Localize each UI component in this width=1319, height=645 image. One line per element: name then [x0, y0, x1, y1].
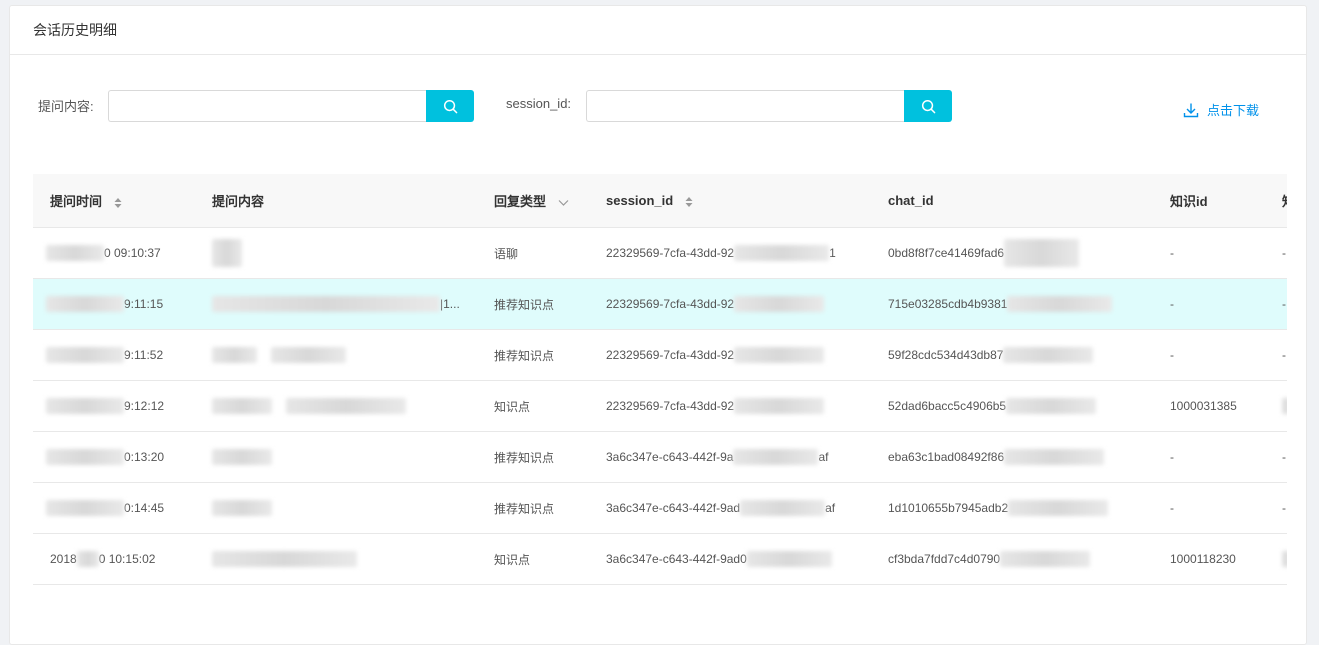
cell-question	[195, 227, 477, 279]
cell-knowledge-id: -	[1153, 278, 1265, 330]
cell-session: 3a6c347e-c643-442f-9ad0	[589, 533, 871, 585]
question-filter-label: 提问内容:	[38, 99, 94, 114]
col-header-reply-type[interactable]: 回复类型	[477, 174, 589, 228]
page-title: 会话历史明细	[10, 6, 1306, 55]
cell-type: 推荐知识点	[477, 482, 589, 534]
cell-question	[195, 482, 477, 534]
cell-knowledge-id: -	[1153, 329, 1265, 381]
cell-session: 22329569-7cfa-43dd-92	[589, 329, 871, 381]
cell-extra	[1265, 380, 1287, 432]
cell-chat: 715e03285cdb4b9381	[871, 278, 1153, 330]
cell-time: 9:11:15	[33, 278, 195, 330]
conversation-history-card: 会话历史明细 提问内容: session_id: 点击下载 提问时间 提问内容 …	[9, 5, 1307, 645]
cell-question	[195, 431, 477, 483]
session-search-button[interactable]	[904, 90, 952, 122]
question-search-group	[108, 90, 474, 122]
session-search-group	[586, 90, 952, 122]
download-icon	[1183, 103, 1199, 117]
sort-icon[interactable]	[114, 197, 122, 209]
cell-chat: eba63c1bad08492f86	[871, 431, 1153, 483]
question-search-button[interactable]	[426, 90, 474, 122]
cell-extra: -	[1265, 278, 1287, 330]
cell-knowledge-id: 1000031385	[1153, 380, 1265, 432]
cell-type: 推荐知识点	[477, 431, 589, 483]
cell-time: 2018 0 10:15:02	[33, 533, 195, 585]
cell-question	[195, 329, 477, 381]
cell-extra: -	[1265, 329, 1287, 381]
cell-type: 知识点	[477, 380, 589, 432]
sort-icon[interactable]	[685, 196, 693, 208]
cell-session: 22329569-7cfa-43dd-92	[589, 380, 871, 432]
col-header-chat-id: chat_id	[871, 174, 1153, 228]
table-row[interactable]: 2018 0 10:15:02 知识点 3a6c347e-c643-442f-9a…	[33, 533, 1287, 585]
cell-knowledge-id: -	[1153, 482, 1265, 534]
cell-chat: 1d1010655b7945adb2	[871, 482, 1153, 534]
cell-time: 0:13:20	[33, 431, 195, 483]
cell-time: 0:14:45	[33, 482, 195, 534]
cell-time: 9:12:12	[33, 380, 195, 432]
table-row[interactable]: 0:13:20 推荐知识点 3a6c347e-c643-442f-9a af eb…	[33, 431, 1287, 483]
download-label: 点击下载	[1207, 103, 1260, 118]
cell-session: 3a6c347e-c643-442f-9ad af	[589, 482, 871, 534]
cell-type: 推荐知识点	[477, 278, 589, 330]
cell-knowledge-id: -	[1153, 227, 1265, 279]
cell-extra	[1265, 533, 1287, 585]
col-header-session-id[interactable]: session_id	[589, 174, 871, 228]
col-header-question-content: 提问内容	[195, 174, 477, 228]
cell-extra: -	[1265, 431, 1287, 483]
cell-extra: -	[1265, 227, 1287, 279]
table-row[interactable]: 9:11:52 推荐知识点 22329569-7cfa-43dd-92 59f2…	[33, 329, 1287, 381]
history-table-wrapper: 提问时间 提问内容 回复类型 session_id chat_id 知识id 0…	[33, 174, 1287, 585]
cell-chat: cf3bda7fdd7c4d0790	[871, 533, 1153, 585]
table-row[interactable]: 9:11:15 |1... 推荐知识点 22329569-7cfa-43dd-9…	[33, 278, 1287, 330]
cell-question	[195, 533, 477, 585]
download-button[interactable]: 点击下载	[1183, 100, 1259, 119]
table-row[interactable]: 0:14:45 推荐知识点 3a6c347e-c643-442f-9ad af 1…	[33, 482, 1287, 534]
cell-chat: 59f28cdc534d43db87	[871, 329, 1153, 381]
table-header-row: 提问时间 提问内容 回复类型 session_id chat_id 知识id	[33, 174, 1287, 228]
cell-type: 知识点	[477, 533, 589, 585]
col-header-knowledge-extra: 知	[1265, 174, 1287, 228]
history-table: 提问时间 提问内容 回复类型 session_id chat_id 知识id 0…	[33, 174, 1287, 585]
cell-session: 3a6c347e-c643-442f-9a af	[589, 431, 871, 483]
cell-session: 22329569-7cfa-43dd-92	[589, 278, 871, 330]
col-header-knowledge-id: 知识id	[1153, 174, 1265, 228]
cell-time: 9:11:52	[33, 329, 195, 381]
table-row[interactable]: 9:12:12 知识点 22329569-7cfa-43dd-92 52dad6…	[33, 380, 1287, 432]
question-search-input[interactable]	[108, 90, 426, 122]
table-row[interactable]: 0 09:10:37 语聊 22329569-7cfa-43dd-92 1 0bd…	[33, 227, 1287, 279]
cell-question: |1...	[195, 278, 477, 330]
col-header-question-time[interactable]: 提问时间	[33, 174, 195, 228]
cell-knowledge-id: 1000118230	[1153, 533, 1265, 585]
cell-knowledge-id: -	[1153, 431, 1265, 483]
search-icon	[443, 99, 457, 113]
cell-chat: 0bd8f8f7ce41469fad6	[871, 227, 1153, 279]
cell-extra: -	[1265, 482, 1287, 534]
cell-type: 推荐知识点	[477, 329, 589, 381]
cell-session: 22329569-7cfa-43dd-92 1	[589, 227, 871, 279]
session-search-input[interactable]	[586, 90, 904, 122]
cell-chat: 52dad6bacc5c4906b5	[871, 380, 1153, 432]
cell-question	[195, 380, 477, 432]
cell-time: 0 09:10:37	[33, 227, 195, 279]
search-icon	[921, 99, 935, 113]
filter-bar: 提问内容: session_id: 点击下载	[10, 90, 1306, 122]
filter-chevron-icon[interactable]	[558, 199, 569, 207]
session-filter-label: session_id:	[506, 96, 572, 111]
cell-type: 语聊	[477, 227, 589, 279]
